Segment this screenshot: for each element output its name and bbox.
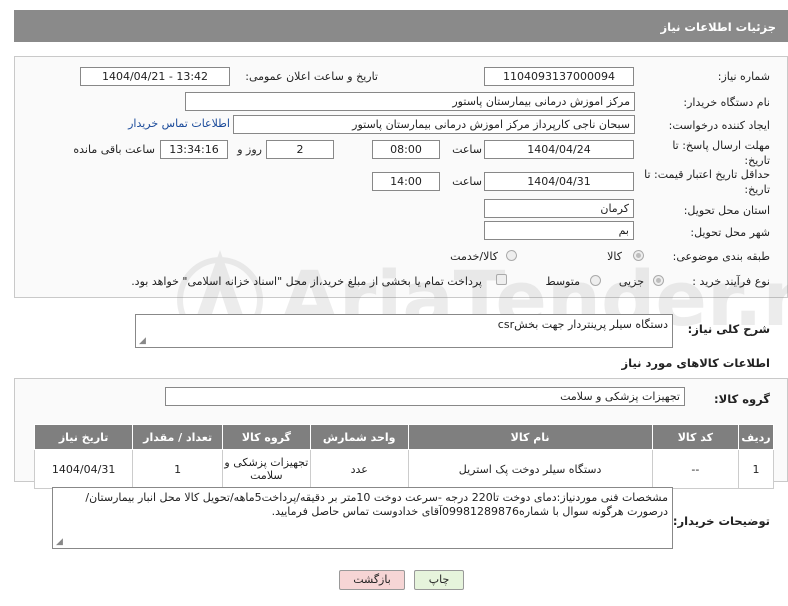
city-field: بم: [484, 221, 634, 240]
category-option-goods-service: کالا/خدمت: [450, 250, 498, 263]
col-date: تاریخ نیاز: [33, 424, 134, 450]
col-unit: واحد شمارش: [309, 424, 409, 450]
category-radio-goods[interactable]: [633, 250, 644, 261]
goods-group-label: گروه کالا:: [714, 392, 770, 406]
city-label: شهر محل تحویل:: [690, 226, 770, 239]
resize-grip-icon[interactable]: ◢: [139, 336, 146, 346]
description-text: دستگاه سیلر پرینتردار جهت بخشcsr: [497, 318, 668, 331]
process-radio-minor[interactable]: [653, 275, 664, 286]
col-qty: تعداد / مقدار: [132, 424, 223, 450]
price-time-label: ساعت: [452, 175, 482, 188]
reply-time-field: 08:00: [372, 140, 440, 159]
goods-section-title: اطلاعات کالاهای مورد نیاز: [621, 356, 770, 370]
resize-grip-icon[interactable]: ◢: [56, 537, 63, 547]
col-row: ردیف: [738, 424, 774, 450]
col-name: نام کالا: [407, 424, 653, 450]
buyer-notes-text: مشخصات فنی موردنیاز:دمای دوخت تا220 درجه…: [85, 491, 668, 518]
goods-table: ردیف کد کالا نام کالا واحد شمارش گروه کا…: [33, 424, 774, 489]
category-radio-goods-service[interactable]: [506, 250, 517, 261]
price-time-field: 14:00: [372, 172, 440, 191]
price-validity-label: حداقل تاریخ اعتبار قیمت: تا تاریخ:: [644, 168, 770, 196]
reply-date-field: 1404/04/24: [484, 140, 634, 159]
reply-deadline-label: مهلت ارسال پاسخ: تا تاریخ:: [672, 139, 770, 167]
goods-group-field: تجهیزات پزشکی و سلامت: [165, 387, 685, 406]
cell-date: 1404/04/31: [33, 449, 134, 489]
buyer-org-label: نام دستگاه خریدار:: [683, 96, 770, 109]
buyer-notes-label: توضیحات خریدار:: [672, 514, 770, 528]
back-button[interactable]: بازگشت: [339, 570, 405, 590]
creator-field: سبحان ناجی کارپرداز مرکز اموزش درمانی بی…: [233, 115, 635, 134]
announce-label: تاریخ و ساعت اعلان عمومی:: [245, 70, 378, 83]
process-radio-medium[interactable]: [590, 275, 601, 286]
process-label: نوع فرآیند خرید :: [692, 275, 770, 288]
payment-note: پرداخت تمام یا بخشی از مبلغ خرید،از محل …: [131, 275, 482, 288]
days-label: روز و: [237, 143, 262, 156]
col-group: گروه کالا: [221, 424, 311, 450]
reply-time-label: ساعت: [452, 143, 482, 156]
description-label: شرح کلی نیاز:: [687, 322, 770, 336]
cell-unit: عدد: [309, 449, 409, 489]
description-textarea[interactable]: دستگاه سیلر پرینتردار جهت بخشcsr ◢: [135, 314, 673, 348]
cell-qty: 1: [132, 449, 223, 489]
print-button[interactable]: چاپ: [414, 570, 464, 590]
cell-group: تجهیزات پزشکی و سلامت: [221, 449, 311, 489]
cell-row: 1: [738, 449, 774, 489]
table-row: 1 -- دستگاه سیلر دوخت پک استریل عدد تجهی…: [33, 449, 774, 489]
province-label: استان محل تحویل:: [683, 204, 770, 217]
payment-checkbox[interactable]: [496, 274, 507, 285]
remaining-label: ساعت باقی مانده: [73, 143, 155, 156]
announce-datetime-field: 1404/04/21 - 13:42: [80, 67, 230, 86]
need-number-label: شماره نیاز:: [717, 70, 770, 83]
buyer-contact-link[interactable]: اطلاعات تماس خریدار: [128, 117, 230, 130]
page-title: جزئیات اطلاعات نیاز: [660, 20, 776, 34]
days-field: 2: [266, 140, 334, 159]
process-option-medium: متوسط: [545, 275, 580, 288]
col-code: کد کالا: [651, 424, 740, 450]
cell-name: دستگاه سیلر دوخت پک استریل: [407, 449, 653, 489]
category-label: طبقه بندی موضوعی:: [672, 250, 770, 263]
remaining-time-field: 13:34:16: [160, 140, 228, 159]
cell-code: --: [651, 449, 740, 489]
price-date-field: 1404/04/31: [484, 172, 634, 191]
category-option-goods: کالا: [607, 250, 622, 263]
process-option-minor: جزیی: [618, 275, 644, 288]
creator-label: ایجاد کننده درخواست:: [668, 119, 770, 132]
buyer-org-field: مرکز اموزش درمانی بیمارستان پاستور: [185, 92, 635, 111]
goods-table-header: ردیف کد کالا نام کالا واحد شمارش گروه کا…: [33, 424, 774, 450]
buyer-notes-textarea[interactable]: مشخصات فنی موردنیاز:دمای دوخت تا220 درجه…: [52, 487, 673, 549]
need-number-field: 1104093137000094: [484, 67, 634, 86]
page-header: جزئیات اطلاعات نیاز: [14, 10, 788, 42]
province-field: کرمان: [484, 199, 634, 218]
